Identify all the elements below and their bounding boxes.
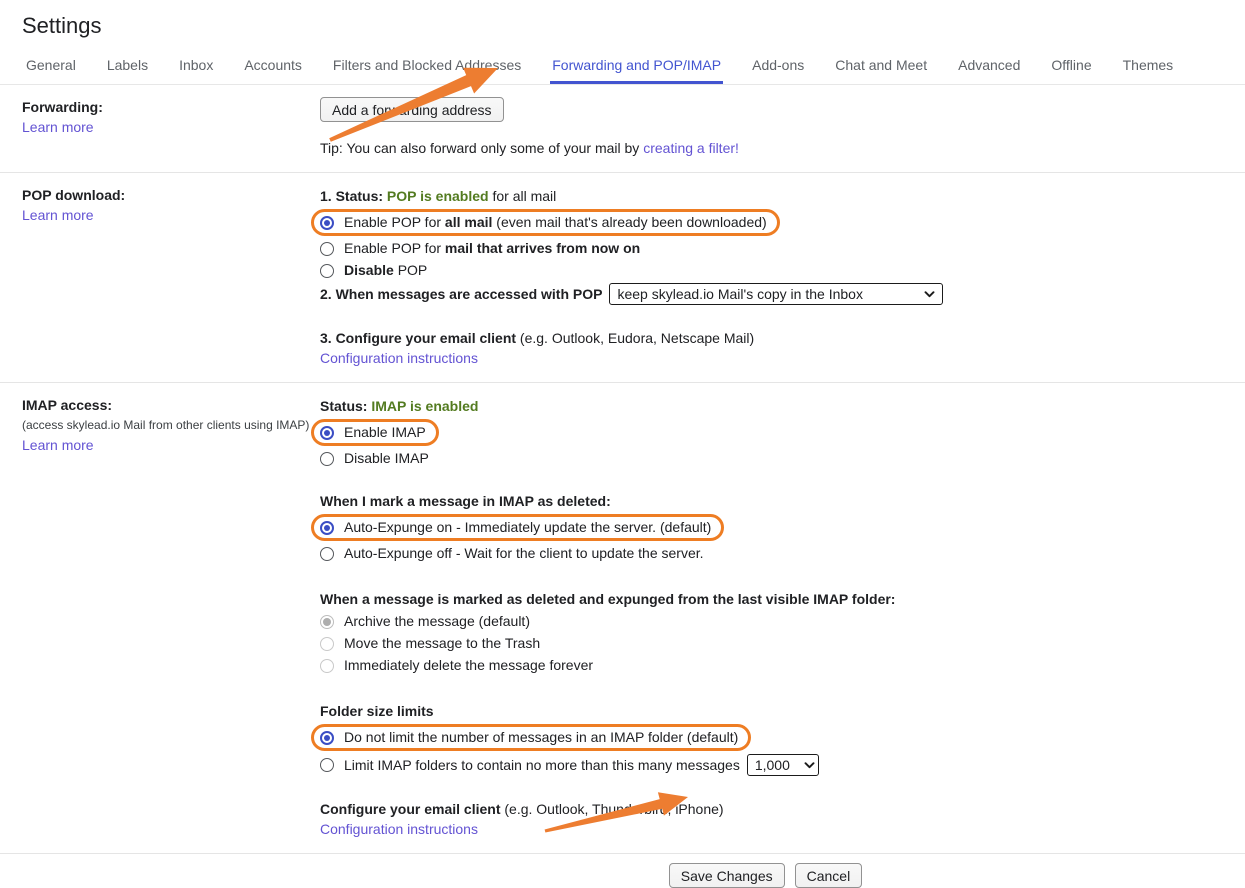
imap-option-row: Move the message to the Trash bbox=[320, 634, 1245, 653]
tab-add-ons[interactable]: Add-ons bbox=[750, 47, 806, 84]
imap-option-row: Archive the message (default) bbox=[320, 612, 1245, 631]
chevron-down-icon bbox=[924, 291, 935, 298]
imap-deleted-heading: When I mark a message in IMAP as deleted… bbox=[320, 491, 1245, 511]
option-label: Enable POP for mail that arrives from no… bbox=[344, 239, 640, 258]
imap-status-line: Status: IMAP is enabled bbox=[320, 396, 1245, 416]
radio-do-not-limit-folder[interactable] bbox=[320, 731, 334, 745]
radio-disable-imap[interactable] bbox=[320, 452, 334, 466]
pop-option-row: Disable POP bbox=[320, 261, 1245, 280]
forwarding-section: Forwarding: Learn more Add a forwarding … bbox=[0, 85, 1245, 173]
settings-tab-bar: General Labels Inbox Accounts Filters an… bbox=[0, 47, 1245, 85]
tab-labels[interactable]: Labels bbox=[105, 47, 150, 84]
chevron-down-icon bbox=[804, 762, 815, 769]
forwarding-label: Forwarding: bbox=[22, 97, 318, 117]
pop-all-mail-highlight: Enable POP for all mail (even mail that'… bbox=[311, 209, 780, 236]
imap-option-row: Auto-Expunge off - Wait for the client t… bbox=[320, 544, 1245, 563]
option-label: Immediately delete the message forever bbox=[344, 656, 593, 675]
creating-a-filter-link[interactable]: creating a filter! bbox=[643, 138, 739, 158]
pop-status-value: POP is enabled bbox=[387, 188, 489, 204]
pop-option-row: Enable POP for mail that arrives from no… bbox=[320, 239, 1245, 258]
imap-status-value: IMAP is enabled bbox=[371, 398, 478, 414]
forwarding-tip: Tip: You can also forward only some of y… bbox=[320, 138, 1245, 158]
pop-download-label: POP download: bbox=[22, 185, 318, 205]
imap-access-sublabel: (access skylead.io Mail from other clien… bbox=[22, 415, 318, 435]
page-title: Settings bbox=[0, 0, 1245, 41]
option-label: Disable POP bbox=[344, 261, 427, 280]
pop-access-selected-value: keep skylead.io Mail's copy in the Inbox bbox=[617, 285, 862, 304]
imap-configure-bold: Configure your email client bbox=[320, 801, 500, 817]
tab-offline[interactable]: Offline bbox=[1049, 47, 1093, 84]
option-label: Enable POP for all mail (even mail that'… bbox=[344, 213, 767, 232]
pop-access-row: 2. When messages are accessed with POP k… bbox=[320, 283, 1245, 305]
enable-imap-highlight: Enable IMAP bbox=[311, 419, 439, 446]
pop-option-row: Enable POP for all mail (even mail that'… bbox=[320, 209, 1245, 236]
radio-enable-pop-from-now-on[interactable] bbox=[320, 242, 334, 256]
option-label: Limit IMAP folders to contain no more th… bbox=[344, 756, 740, 775]
imap-option-row: Immediately delete the message forever bbox=[320, 656, 1245, 675]
pop-status-suffix: for all mail bbox=[489, 188, 557, 204]
imap-option-row: Auto-Expunge on - Immediately update the… bbox=[320, 514, 1245, 541]
radio-enable-imap[interactable] bbox=[320, 426, 334, 440]
imap-access-section: IMAP access: (access skylead.io Mail fro… bbox=[0, 383, 1245, 854]
imap-option-row: Do not limit the number of messages in a… bbox=[320, 724, 1245, 751]
tab-filters-and-blocked-addresses[interactable]: Filters and Blocked Addresses bbox=[331, 47, 523, 84]
footer-actions: Save Changes Cancel bbox=[0, 854, 1245, 888]
option-label: Auto-Expunge on - Immediately update the… bbox=[344, 518, 711, 537]
imap-configuration-instructions-link[interactable]: Configuration instructions bbox=[320, 819, 478, 839]
imap-configure-line: Configure your email client (e.g. Outloo… bbox=[320, 799, 1245, 819]
tab-accounts[interactable]: Accounts bbox=[242, 47, 304, 84]
option-label: Enable IMAP bbox=[344, 423, 426, 442]
folder-limit-selected-value: 1,000 bbox=[755, 756, 790, 775]
radio-limit-imap-folders[interactable] bbox=[320, 758, 334, 772]
option-label: Auto-Expunge off - Wait for the client t… bbox=[344, 544, 704, 563]
pop-access-label: 2. When messages are accessed with POP bbox=[320, 285, 602, 304]
pop-configure-line: 3. Configure your email client (e.g. Out… bbox=[320, 328, 1245, 348]
option-label: Disable IMAP bbox=[344, 449, 429, 468]
option-label: Move the message to the Trash bbox=[344, 634, 540, 653]
pop-status-line: 1. Status: POP is enabled for all mail bbox=[320, 186, 1245, 206]
pop-download-section: POP download: Learn more 1. Status: POP … bbox=[0, 173, 1245, 383]
option-label: Archive the message (default) bbox=[344, 612, 530, 631]
pop-access-select[interactable]: keep skylead.io Mail's copy in the Inbox bbox=[609, 283, 943, 305]
radio-move-to-trash bbox=[320, 637, 334, 651]
tab-general[interactable]: General bbox=[24, 47, 78, 84]
radio-archive-message bbox=[320, 615, 334, 629]
tab-inbox[interactable]: Inbox bbox=[177, 47, 215, 84]
tab-advanced[interactable]: Advanced bbox=[956, 47, 1022, 84]
radio-disable-pop[interactable] bbox=[320, 264, 334, 278]
folder-limit-select[interactable]: 1,000 bbox=[747, 754, 819, 776]
pop-status-prefix: 1. Status: bbox=[320, 188, 387, 204]
pop-configure-rest: (e.g. Outlook, Eudora, Netscape Mail) bbox=[516, 330, 754, 346]
cancel-button[interactable]: Cancel bbox=[795, 863, 863, 888]
forwarding-tip-text: Tip: You can also forward only some of y… bbox=[320, 140, 643, 156]
forwarding-learn-more-link[interactable]: Learn more bbox=[22, 117, 94, 137]
no-limit-highlight: Do not limit the number of messages in a… bbox=[311, 724, 751, 751]
imap-option-row: Enable IMAP bbox=[320, 419, 1245, 446]
radio-auto-expunge-off[interactable] bbox=[320, 547, 334, 561]
tab-forwarding-and-pop-imap[interactable]: Forwarding and POP/IMAP bbox=[550, 47, 723, 84]
option-label: Do not limit the number of messages in a… bbox=[344, 728, 738, 747]
folder-size-limits-heading: Folder size limits bbox=[320, 701, 1245, 721]
pop-configure-bold: 3. Configure your email client bbox=[320, 330, 516, 346]
pop-configuration-instructions-link[interactable]: Configuration instructions bbox=[320, 348, 478, 368]
imap-option-row: Limit IMAP folders to contain no more th… bbox=[320, 754, 1245, 776]
imap-expunged-heading: When a message is marked as deleted and … bbox=[320, 589, 1245, 609]
tab-themes[interactable]: Themes bbox=[1121, 47, 1176, 84]
pop-learn-more-link[interactable]: Learn more bbox=[22, 205, 94, 225]
imap-configure-rest: (e.g. Outlook, Thunderbird, iPhone) bbox=[500, 801, 723, 817]
imap-status-prefix: Status: bbox=[320, 398, 371, 414]
radio-auto-expunge-on[interactable] bbox=[320, 521, 334, 535]
auto-expunge-on-highlight: Auto-Expunge on - Immediately update the… bbox=[311, 514, 724, 541]
save-changes-button[interactable]: Save Changes bbox=[669, 863, 785, 888]
imap-option-row: Disable IMAP bbox=[320, 449, 1245, 468]
radio-delete-forever bbox=[320, 659, 334, 673]
imap-learn-more-link[interactable]: Learn more bbox=[22, 435, 94, 455]
imap-access-label: IMAP access: bbox=[22, 395, 318, 415]
tab-chat-and-meet[interactable]: Chat and Meet bbox=[833, 47, 929, 84]
radio-enable-pop-all-mail[interactable] bbox=[320, 216, 334, 230]
add-forwarding-address-button[interactable]: Add a forwarding address bbox=[320, 97, 504, 122]
